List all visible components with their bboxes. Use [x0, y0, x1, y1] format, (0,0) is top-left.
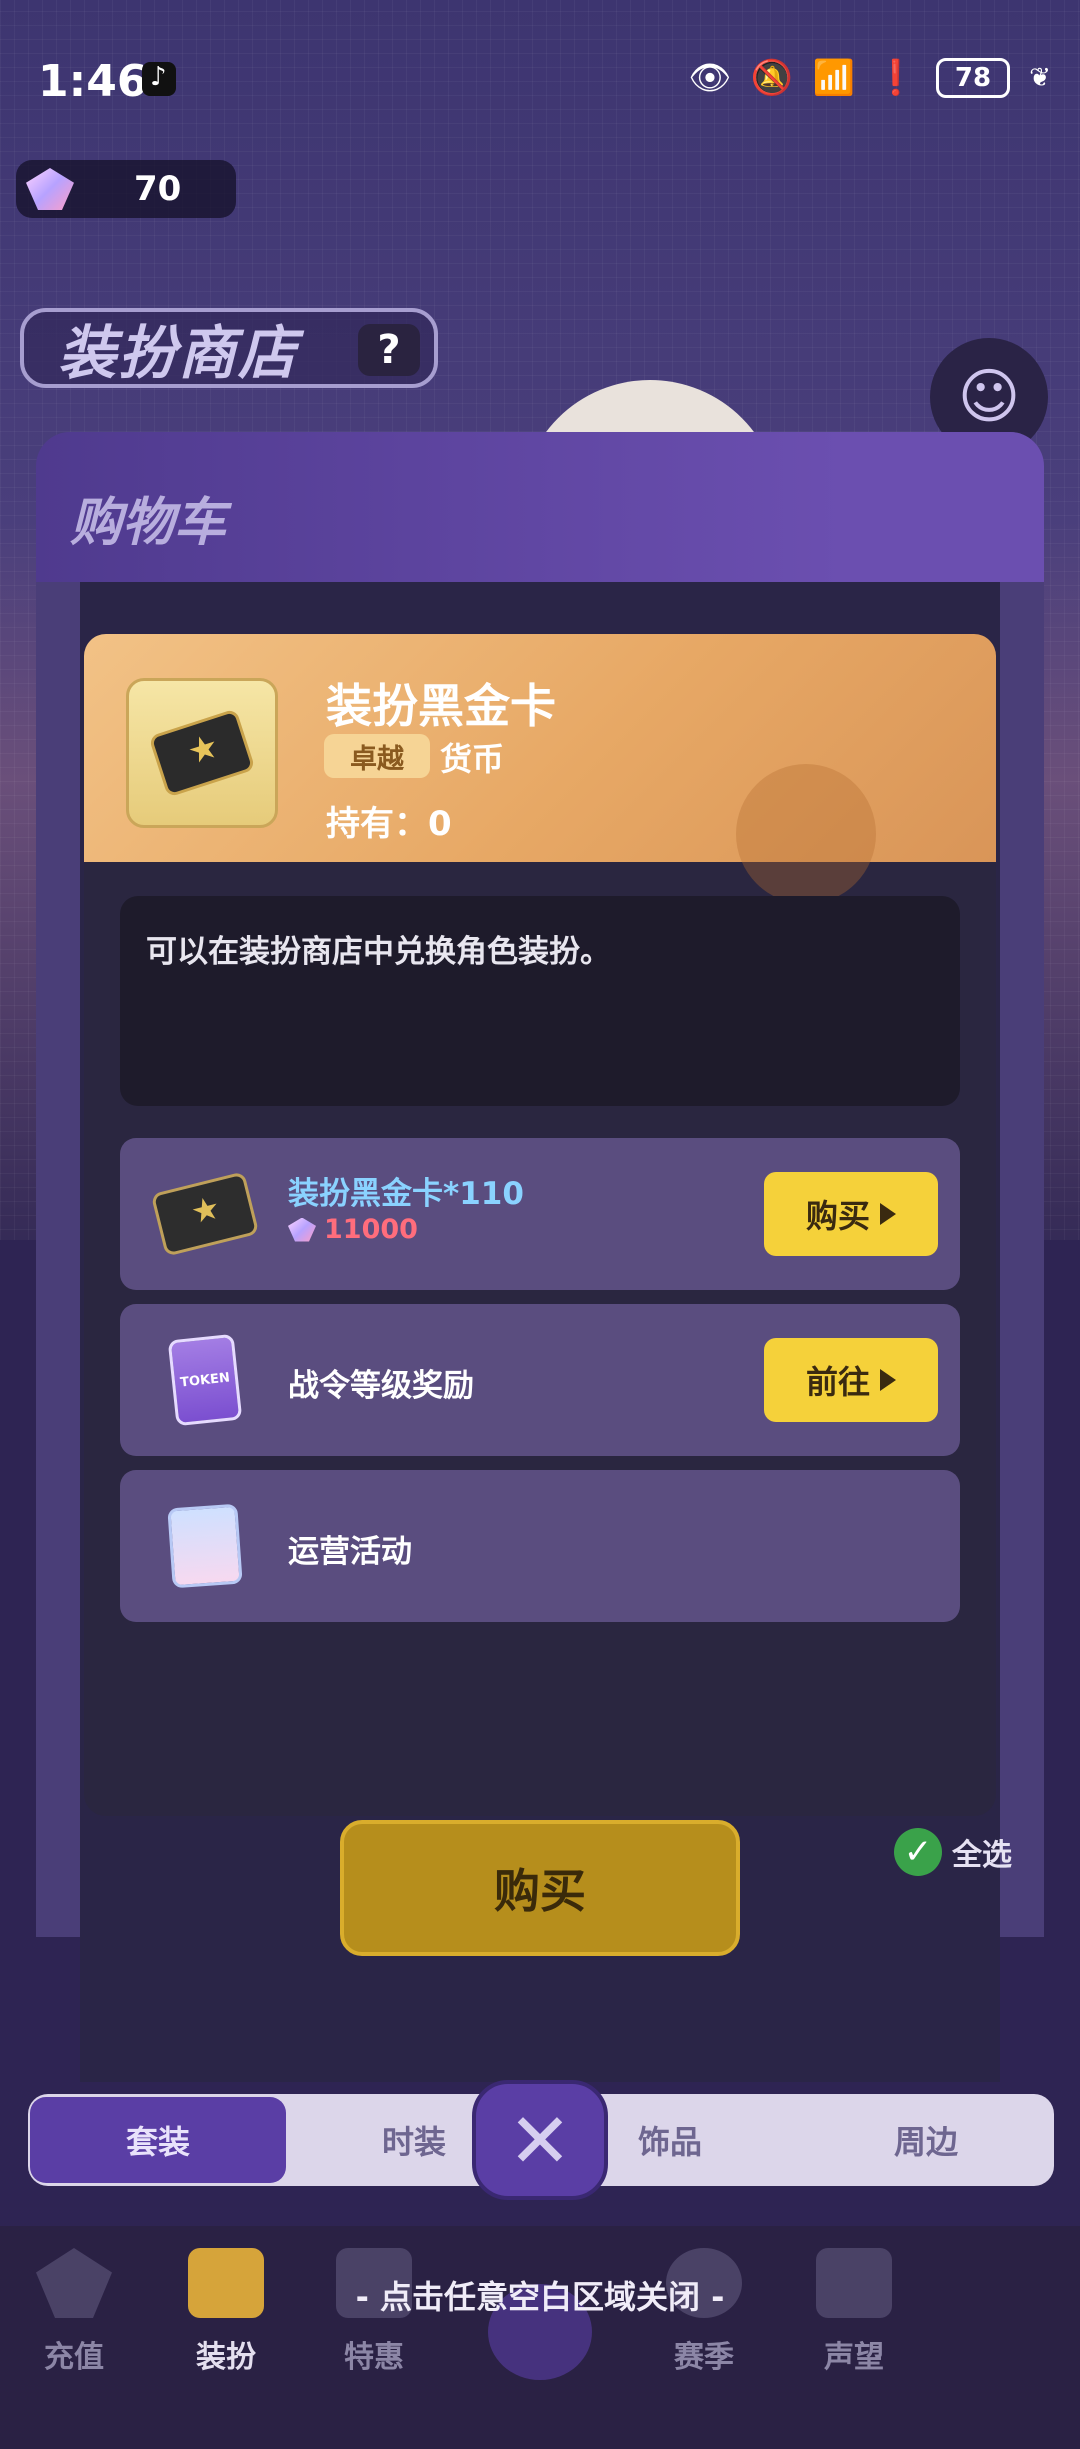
help-icon[interactable]: ?	[358, 324, 420, 376]
nav-label: 特惠	[344, 2340, 404, 2375]
nav-label: 声望	[824, 2340, 884, 2375]
status-bar: 1:46 👁 🔕 📶 ❗ 78 ❦	[0, 0, 1080, 160]
black-gold-card-icon	[148, 708, 256, 798]
close-hint[interactable]: - 点击任意空白区域关闭 -	[0, 2272, 1080, 2318]
gem-icon	[288, 1217, 316, 1242]
select-all-label: 全选	[952, 1838, 1012, 1873]
cart-buy-button[interactable]: 购买	[340, 1820, 740, 1956]
tab-merch[interactable]: 周边	[798, 2097, 1054, 2183]
clock: 1:46	[38, 56, 148, 107]
shop-title-banner: 装扮商店 ?	[20, 308, 438, 388]
description-box: 可以在装扮商店中兑换角色装扮。	[120, 896, 960, 1106]
goto-button-label: 前往	[805, 1363, 870, 1401]
cart-header: 购物车	[36, 432, 1044, 582]
item-name: 装扮黑金卡	[326, 679, 556, 733]
black-gold-card-icon	[150, 1171, 260, 1257]
goto-button[interactable]: 前往	[764, 1338, 938, 1422]
leaf-icon: ❦	[1029, 63, 1051, 93]
source-price: 11000	[288, 1214, 418, 1245]
rarity-badge: 卓越	[324, 734, 430, 778]
cart-title: 购物车	[70, 493, 227, 553]
alert-icon: ❗	[874, 58, 918, 98]
item-type: 货币	[440, 740, 505, 778]
play-icon	[880, 1203, 896, 1225]
gem-counter[interactable]: 70	[16, 160, 236, 218]
bell-off-icon: 🔕	[750, 58, 794, 98]
wifi-icon: 📶	[812, 58, 856, 98]
source-row-event: 运营活动	[120, 1470, 960, 1622]
item-detail-modal: 装扮黑金卡 卓越 货币 持有：0 可以在装扮商店中兑换角色装扮。 装扮黑金卡*1…	[84, 634, 996, 1816]
nav-label: 充值	[44, 2340, 104, 2375]
source-row-shop: 装扮黑金卡*110 11000 购买	[120, 1138, 960, 1290]
gem-icon	[26, 168, 74, 210]
source-row-battlepass: TOKEN 战令等级奖励 前往	[120, 1304, 960, 1456]
item-icon-frame	[126, 678, 278, 828]
system-icons: 👁 🔕 📶 ❗ 78 ❦	[688, 58, 1052, 98]
battery-icon: 78	[936, 58, 1010, 98]
close-icon[interactable]: ✕	[472, 2080, 608, 2200]
play-icon	[880, 1369, 896, 1391]
price-value: 11000	[324, 1214, 418, 1245]
modal-header: 装扮黑金卡 卓越 货币 持有：0	[84, 634, 996, 904]
token-card-icon: TOKEN	[167, 1333, 243, 1427]
item-owned-count: 持有：0	[326, 804, 452, 844]
source-title: 战令等级奖励	[288, 1368, 474, 1404]
event-card-icon	[167, 1503, 243, 1589]
nav-label: 装扮	[196, 2340, 256, 2375]
source-title: 装扮黑金卡*110	[288, 1176, 524, 1212]
eye-icon: 👁	[688, 58, 732, 98]
tab-suit[interactable]: 套装	[30, 2097, 286, 2183]
source-icon: TOKEN	[150, 1333, 260, 1427]
source-icon	[150, 1500, 260, 1592]
nav-label: 赛季	[674, 2340, 734, 2375]
buy-button[interactable]: 购买	[764, 1172, 938, 1256]
item-description: 可以在装扮商店中兑换角色装扮。	[146, 934, 611, 970]
check-icon: ✓	[894, 1828, 942, 1876]
shop-title: 装扮商店	[58, 319, 299, 387]
source-icon	[150, 1168, 260, 1260]
select-all-toggle[interactable]: ✓ 全选	[894, 1828, 1012, 1876]
tiktok-icon	[142, 62, 176, 96]
source-title: 运营活动	[288, 1534, 412, 1570]
buy-button-label: 购买	[805, 1197, 870, 1235]
gem-balance: 70	[134, 169, 182, 209]
